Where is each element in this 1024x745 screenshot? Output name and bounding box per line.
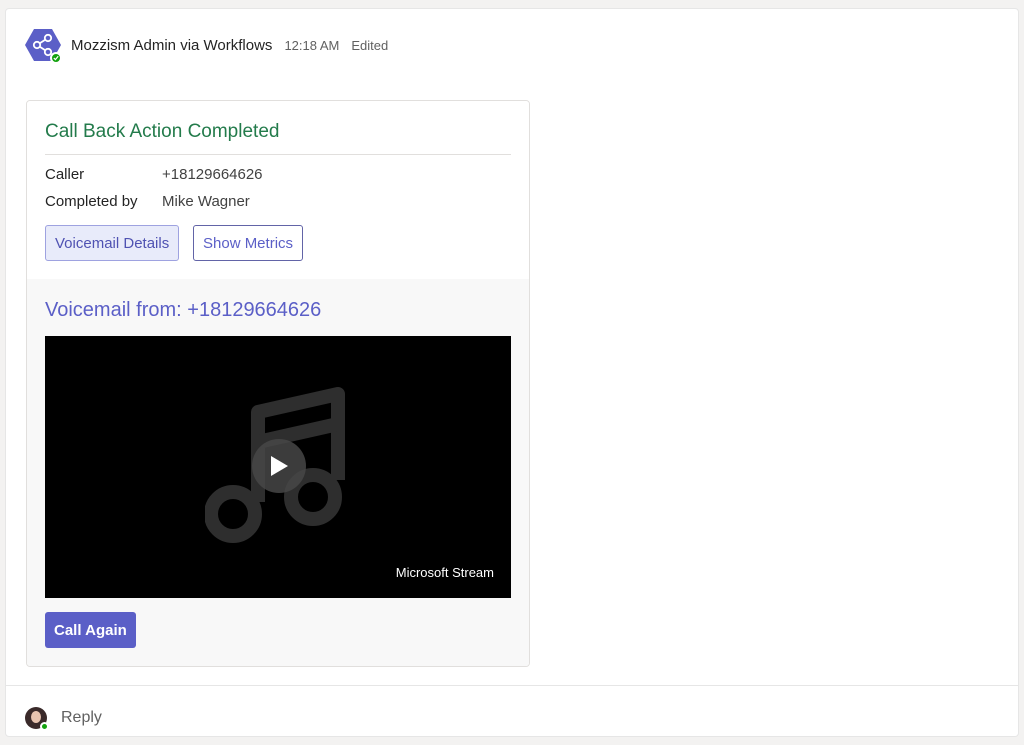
fact-row-caller: Caller +18129664626 <box>45 166 263 183</box>
user-avatar <box>25 707 49 731</box>
presence-available-icon <box>40 722 49 731</box>
voicemail-title: Voicemail from: +18129664626 <box>45 299 322 321</box>
card-divider <box>45 154 511 155</box>
presence-available-icon <box>50 52 62 64</box>
media-player[interactable]: Microsoft Stream <box>45 336 511 598</box>
voicemail-section: Voicemail from: +18129664626 Microsoft S… <box>27 279 529 666</box>
reply-label: Reply <box>61 709 102 726</box>
avatar-face <box>31 711 41 723</box>
message-container: Mozzism Admin via Workflows 12:18 AM Edi… <box>5 8 1019 737</box>
show-metrics-button[interactable]: Show Metrics <box>193 225 304 261</box>
adaptive-card: Call Back Action Completed Caller +18129… <box>26 100 530 667</box>
call-again-button[interactable]: Call Again <box>45 612 136 648</box>
fact-row-completed-by: Completed by Mike Wagner <box>45 193 250 210</box>
voicemail-details-button[interactable]: Voicemail Details <box>45 225 180 261</box>
fact-label: Completed by <box>45 193 138 210</box>
play-button[interactable] <box>252 439 306 493</box>
fact-value: +18129664626 <box>162 166 263 183</box>
reply-divider <box>6 685 1018 686</box>
fact-value: Mike Wagner <box>162 193 250 210</box>
stream-label: Microsoft Stream <box>395 565 494 580</box>
bot-avatar[interactable] <box>25 27 62 64</box>
message-timestamp: 12:18 AM <box>284 37 340 53</box>
sender-name[interactable]: Mozzism Admin via Workflows <box>71 37 272 54</box>
card-summary-section: Call Back Action Completed Caller +18129… <box>27 101 529 279</box>
edited-label: Edited <box>351 37 389 53</box>
reply-button[interactable]: Reply <box>25 704 102 732</box>
play-icon <box>271 456 288 476</box>
card-title: Call Back Action Completed <box>45 121 280 142</box>
fact-label: Caller <box>45 166 85 183</box>
message-header: Mozzism Admin via Workflows 12:18 AM Edi… <box>25 27 389 64</box>
